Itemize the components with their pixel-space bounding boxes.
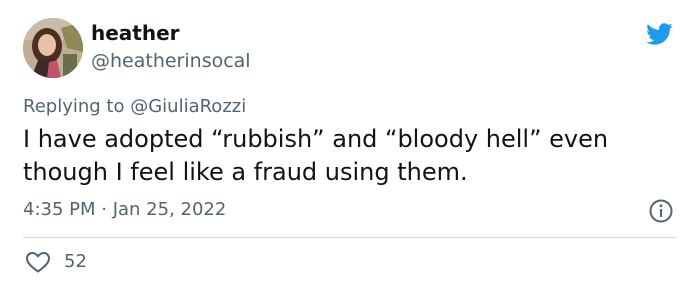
like-count: 52 [64,251,87,272]
divider [23,237,677,238]
heart-icon[interactable] [25,250,51,274]
display-name[interactable]: heather [91,21,180,45]
avatar[interactable] [23,18,83,78]
tweet-timestamp[interactable]: 4:35 PM · Jan 25, 2022 [23,199,226,220]
mention-link[interactable]: @GiuliaRozzi [130,96,246,117]
avatar-image [23,18,83,78]
tweet-text: I have adopted “rubbish” and “bloody hel… [23,125,609,186]
user-handle[interactable]: @heatherinsocal [91,50,251,72]
tweet-card: heather @heatherinsocal Replying to @Giu… [0,0,700,288]
replying-to-label: Replying to [23,96,125,117]
replying-to-line: Replying to @GiuliaRozzi [23,96,246,117]
twitter-bird-icon[interactable] [642,20,676,48]
info-icon[interactable] [648,198,674,224]
